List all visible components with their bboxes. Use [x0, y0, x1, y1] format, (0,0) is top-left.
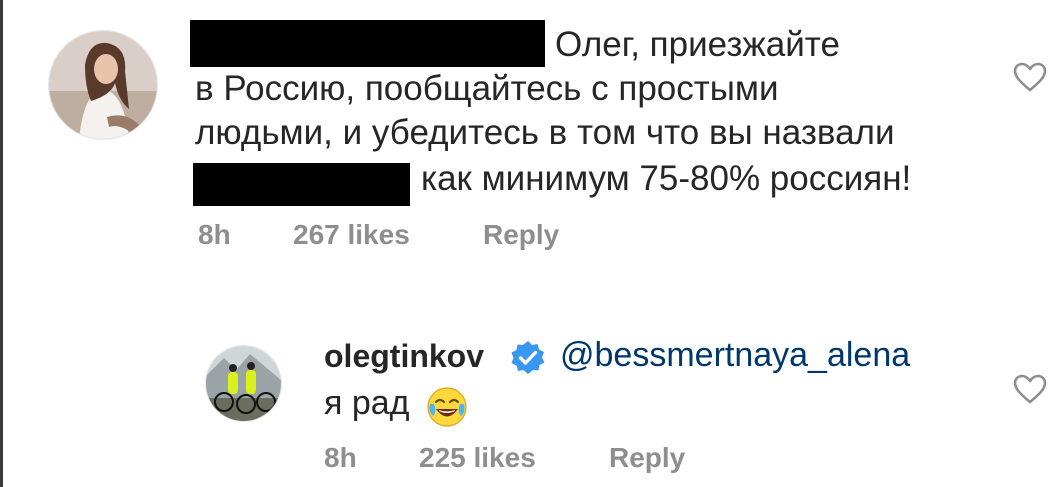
- redacted-username: [190, 20, 545, 67]
- left-edge-divider: [0, 0, 3, 487]
- olegtinkov-avatar[interactable]: [205, 345, 282, 422]
- comment-text-line: Олег, приезжайте: [555, 25, 840, 64]
- reply-button[interactable]: Reply: [483, 219, 559, 251]
- comment-meta-row: 8h 225 likes Reply: [324, 442, 685, 474]
- verified-badge-icon: [511, 341, 545, 374]
- comment-time[interactable]: 8h: [198, 219, 293, 251]
- comment-text-line: как минимум 75-80% россиян!: [421, 159, 912, 198]
- comment-text: я рад: [324, 384, 410, 422]
- comment-username[interactable]: olegtinkov: [324, 338, 484, 375]
- comment-text-line: в Россию, пообщайтесь с простыми: [195, 69, 779, 108]
- comment-time[interactable]: 8h: [324, 442, 419, 474]
- commenter-avatar[interactable]: [48, 30, 158, 140]
- mention-link[interactable]: @bessmertnaya_alena: [560, 336, 910, 375]
- comment-text-line: людьми, и убедитесь в том что вы назвали: [195, 113, 895, 152]
- reply-button[interactable]: Reply: [609, 442, 685, 474]
- redacted-text: [193, 163, 410, 206]
- like-count[interactable]: 267 likes: [293, 219, 483, 251]
- heart-outline-icon[interactable]: [1013, 62, 1047, 92]
- face-with-tears-of-joy-icon: [427, 387, 467, 427]
- comment-meta-row: 8h 267 likes Reply: [198, 219, 559, 251]
- heart-outline-icon[interactable]: [1013, 374, 1047, 404]
- like-count[interactable]: 225 likes: [419, 442, 609, 474]
